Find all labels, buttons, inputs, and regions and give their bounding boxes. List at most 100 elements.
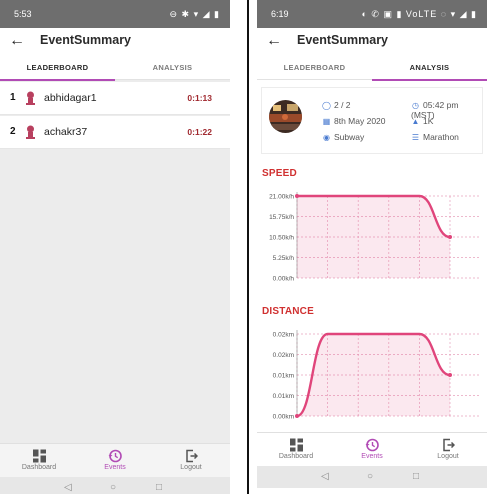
system-nav-bar: ◁ ○ □	[257, 466, 487, 488]
history-icon	[365, 438, 379, 452]
y-tick-label: 15.75k/h	[269, 214, 294, 221]
y-tick-label: 0.02km	[273, 332, 294, 339]
series-area	[297, 334, 450, 416]
tab-leaderboard[interactable]: LEADERBOARD	[0, 56, 115, 81]
distance-value: 1K	[423, 116, 434, 126]
medal-icon: ◯	[322, 101, 331, 110]
dashboard-icon	[289, 438, 303, 452]
nav-dashboard[interactable]: Dashboard	[1, 444, 77, 478]
nav-events[interactable]: Events	[77, 444, 153, 478]
screens-divider	[247, 0, 249, 494]
y-tick-label: 5.25k/h	[273, 255, 295, 262]
participants-info: ◯ 2 / 2	[322, 100, 351, 110]
recents-square-icon[interactable]: □	[413, 471, 419, 482]
tab-leaderboard-label: LEADERBOARD	[283, 63, 346, 72]
recents-square-icon[interactable]: □	[156, 482, 162, 493]
status-time: 6:19	[271, 9, 289, 19]
status-time: 5:53	[14, 9, 32, 19]
tab-leaderboard-label: LEADERBOARD	[26, 63, 89, 72]
list-icon: ☰	[411, 133, 420, 142]
nav-events-label: Events	[104, 464, 126, 471]
calendar-icon: ▦	[322, 117, 331, 126]
tab-indicator	[0, 79, 115, 81]
tab-bar: LEADERBOARD ANALYSIS	[0, 56, 230, 81]
nav-dashboard[interactable]: Dashboard	[258, 433, 334, 467]
rank: 2	[10, 126, 16, 137]
type-info: ☰ Marathon	[411, 132, 459, 142]
data-point	[295, 414, 299, 418]
tab-analysis-label: ANALYSIS	[152, 63, 193, 72]
nav-events-label: Events	[361, 453, 383, 460]
distance-chart: 0.02km 0.02km 0.01km 0.01km 0.00km	[273, 330, 479, 421]
location-pin-icon: ◉	[323, 133, 330, 142]
status-bar: 5:53 ⊖ ✱ ▾ ◢ ▮	[0, 0, 230, 28]
dashboard-icon	[32, 449, 46, 463]
tab-indicator	[372, 79, 487, 81]
status-icons: ⊖ ✱ ▾ ◢ ▮	[169, 9, 220, 19]
nav-dashboard-label: Dashboard	[278, 453, 314, 460]
leaderboard-screen: 5:53 ⊖ ✱ ▾ ◢ ▮ ← EventSummary LEADERBOAR…	[0, 0, 230, 494]
nav-events[interactable]: Events	[334, 433, 410, 467]
event-avatar	[269, 100, 302, 133]
road-icon: ▲	[411, 117, 420, 126]
finish-time: 0:1:22	[187, 127, 212, 137]
y-tick-label: 0.01km	[273, 373, 294, 380]
y-tick-label: 0.00k/h	[273, 276, 295, 283]
data-point	[448, 373, 452, 377]
home-circle-icon[interactable]: ○	[367, 471, 373, 482]
history-icon	[108, 449, 122, 463]
y-tick-label: 10.50k/h	[269, 235, 294, 242]
runner-icon	[24, 91, 37, 111]
nav-logout-label: Logout	[437, 453, 459, 460]
leaderboard-row[interactable]: 1 abhidagar1 0:1:13	[0, 82, 230, 115]
tab-leaderboard[interactable]: LEADERBOARD	[257, 56, 372, 80]
bottom-nav: Dashboard Events Logout	[0, 443, 230, 477]
nav-logout[interactable]: Logout	[410, 433, 486, 467]
status-bar: 6:19 ◐ ✆ ▣ ▮ VoLTE ◌ ▾ ◢ ▮	[257, 0, 487, 28]
tab-analysis[interactable]: ANALYSIS	[372, 56, 487, 81]
back-triangle-icon[interactable]: ◁	[64, 482, 72, 493]
tab-analysis-label: ANALYSIS	[409, 63, 450, 72]
location-info: ◉ Subway	[322, 132, 364, 142]
date-info: ▦ 8th May 2020	[322, 116, 386, 126]
finish-time: 0:1:13	[187, 93, 212, 103]
tab-analysis[interactable]: ANALYSIS	[115, 56, 230, 80]
type-value: Marathon	[423, 132, 459, 142]
runner-icon	[24, 125, 37, 145]
home-circle-icon[interactable]: ○	[110, 482, 116, 493]
logout-icon	[185, 449, 198, 463]
speed-section-title: SPEED	[262, 168, 297, 179]
back-triangle-icon[interactable]: ◁	[321, 471, 329, 482]
y-tick-label: 0.01km	[273, 393, 294, 400]
back-arrow-icon[interactable]: ←	[9, 32, 25, 50]
y-tick-label: 0.00km	[273, 414, 294, 421]
logout-icon	[442, 438, 455, 452]
clock-icon: ◷	[412, 101, 419, 110]
app-bar: ← EventSummary	[0, 28, 230, 56]
date-value: 8th May 2020	[334, 116, 386, 126]
tab-bar: LEADERBOARD ANALYSIS	[257, 56, 487, 81]
back-arrow-icon[interactable]: ←	[266, 32, 282, 50]
event-summary-card: ◯ 2 / 2 ▦ 8th May 2020 ◉ Subway ◷ 05:42 pm (…	[261, 87, 483, 154]
leaderboard-row[interactable]: 2 achakr37 0:1:22	[0, 116, 230, 149]
data-point	[448, 235, 452, 239]
distance-info: ▲ 1K	[411, 116, 434, 126]
nav-logout[interactable]: Logout	[153, 444, 229, 478]
y-tick-label: 0.02km	[273, 352, 294, 359]
participant-name: achakr37	[44, 126, 88, 138]
participant-name: abhidagar1	[44, 92, 97, 104]
speed-chart: 21.00k/h 15.75k/h 10.50k/h 5.25k/h 0.00k/h	[269, 192, 479, 283]
nav-dashboard-label: Dashboard	[21, 464, 57, 471]
series-area	[297, 196, 450, 278]
system-nav-bar: ◁ ○ □	[0, 477, 230, 494]
participants-value: 2 / 2	[334, 100, 351, 110]
page-title: EventSummary	[40, 33, 132, 47]
bottom-nav: Dashboard Events Logout	[257, 432, 487, 466]
rank: 1	[10, 92, 16, 103]
distance-section-title: DISTANCE	[262, 306, 314, 317]
status-icons: ◐ ✆ ▣ ▮ VoLTE ◌ ▾ ◢ ▮	[361, 9, 477, 19]
page-title: EventSummary	[297, 33, 389, 47]
y-tick-label: 21.00k/h	[269, 194, 294, 201]
data-point	[295, 194, 299, 198]
nav-logout-label: Logout	[180, 464, 202, 471]
